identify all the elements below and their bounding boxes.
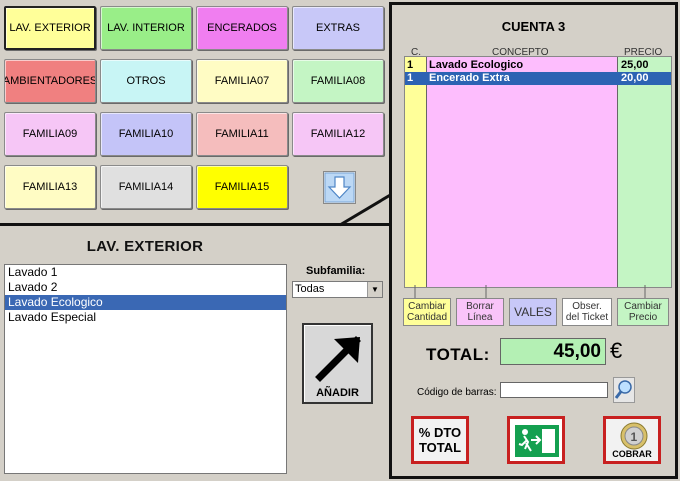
family-button-label: LAV. EXTERIOR: [9, 22, 91, 34]
exit-icon: [515, 425, 559, 457]
total-label: TOTAL:: [426, 345, 490, 364]
add-button[interactable]: AÑADIR: [302, 323, 373, 404]
product-list[interactable]: Lavado 1 Lavado 2 Lavado Ecologico Lavado E…: [4, 264, 287, 474]
change-quantity-button[interactable]: Cambiar Cantidad: [403, 298, 451, 326]
family-button-label: OTROS: [126, 75, 166, 87]
family-button[interactable]: FAMILIA09: [4, 112, 96, 156]
change-price-label: Cambiar Precio: [624, 301, 662, 323]
account-title: CUENTA 3: [501, 19, 566, 34]
row-price: 20,00: [621, 72, 649, 84]
family-button[interactable]: AMBIENTADORES: [4, 59, 96, 103]
qty-column: [405, 57, 427, 287]
divider-diagonal: [340, 192, 393, 227]
family-button-label: AMBIENTADORES: [4, 75, 96, 87]
family-button[interactable]: ENCERADOS: [196, 6, 288, 50]
family-button[interactable]: LAV. EXTERIOR: [4, 6, 96, 50]
family-button[interactable]: LAV. INTERIOR: [100, 6, 192, 50]
subfamilia-label: Subfamilia:: [306, 265, 366, 277]
exit-button[interactable]: [507, 416, 565, 464]
family-button-label: FAMILIA08: [310, 75, 366, 87]
family-button-label: FAMILIA10: [118, 128, 174, 140]
family-button-label: EXTRAS: [315, 22, 360, 34]
list-item[interactable]: Lavado 1: [5, 265, 286, 280]
table-row[interactable]: 1 Encerado Extra 20,00: [405, 72, 671, 85]
price-column: [617, 57, 671, 287]
family-button-label: FAMILIA12: [310, 128, 366, 140]
family-button[interactable]: FAMILIA07: [196, 59, 288, 103]
family-button-label: LAV. INTERIOR: [107, 22, 185, 34]
list-item[interactable]: Lavado 2: [5, 280, 286, 295]
currency-symbol: €: [610, 338, 623, 363]
family-button-label: FAMILIA11: [215, 128, 269, 140]
vouchers-button[interactable]: VALES: [509, 298, 557, 326]
section-divider: [0, 223, 393, 226]
list-item[interactable]: Lavado Especial: [5, 310, 286, 325]
row-qty: 1: [407, 59, 414, 71]
family-button-label: FAMILIA13: [22, 181, 78, 193]
barcode-label: Código de barras:: [417, 387, 497, 398]
subfamilia-value: Todas: [295, 283, 325, 295]
selected-family-title: LAV. EXTERIOR: [86, 238, 204, 255]
svg-text:1: 1: [631, 430, 638, 444]
row-qty: 1: [407, 72, 414, 84]
delete-line-button[interactable]: Borrar Línea: [456, 298, 504, 326]
family-button-label: FAMILIA07: [214, 75, 270, 87]
row-concept: Encerado Extra: [429, 72, 510, 84]
list-item[interactable]: Lavado Ecologico: [5, 295, 286, 310]
chevron-down-icon: ▼: [367, 282, 382, 297]
row-concept: Lavado Ecologico: [429, 59, 524, 71]
total-discount-button[interactable]: % DTO TOTAL: [411, 416, 469, 464]
barcode-input[interactable]: [500, 382, 608, 398]
family-button[interactable]: FAMILIA10: [100, 112, 192, 156]
family-button[interactable]: FAMILIA11: [196, 112, 288, 156]
family-button[interactable]: OTROS: [100, 59, 192, 103]
family-button[interactable]: FAMILIA08: [292, 59, 384, 103]
magnifier-icon: [614, 380, 632, 399]
account-panel: CUENTA 3 C. CONCEPTO PRECIO 1 Lavado Ecol…: [389, 2, 678, 479]
vouchers-label: VALES: [514, 304, 552, 319]
family-button-label: FAMILIA15: [214, 181, 270, 193]
family-button[interactable]: FAMILIA14: [100, 165, 192, 209]
delete-line-label: Borrar Línea: [466, 301, 494, 323]
ticket-notes-label: Obser. del Ticket: [565, 301, 609, 323]
family-button-label: ENCERADOS: [207, 22, 277, 34]
arrow-up-right-icon: [315, 336, 361, 382]
barcode-search-button[interactable]: [613, 377, 635, 403]
family-button[interactable]: FAMILIA12: [292, 112, 384, 156]
total-value: 45,00: [500, 338, 606, 365]
family-button[interactable]: FAMILIA13: [4, 165, 96, 209]
charge-button[interactable]: 1 COBRAR: [603, 416, 661, 464]
table-row[interactable]: 1 Lavado Ecologico 25,00: [405, 59, 671, 72]
ticket-notes-button[interactable]: Obser. del Ticket: [562, 298, 612, 326]
coin-icon: 1: [620, 422, 648, 450]
row-price: 25,00: [621, 59, 649, 71]
subfamilia-select[interactable]: Todas ▼: [292, 281, 383, 298]
change-price-button[interactable]: Cambiar Precio: [617, 298, 669, 326]
family-button[interactable]: EXTRAS: [292, 6, 384, 50]
family-button-label: FAMILIA14: [118, 181, 174, 193]
family-button-label: FAMILIA09: [22, 128, 78, 140]
change-quantity-label: Cambiar Cantidad: [406, 301, 448, 323]
family-button[interactable]: FAMILIA15: [196, 165, 288, 209]
charge-label: COBRAR: [612, 449, 652, 459]
total-discount-label: % DTO TOTAL: [418, 425, 462, 455]
add-button-label: AÑADIR: [316, 387, 359, 399]
account-table[interactable]: 1 Lavado Ecologico 25,00 1 Encerado Extra 20,…: [404, 56, 672, 288]
